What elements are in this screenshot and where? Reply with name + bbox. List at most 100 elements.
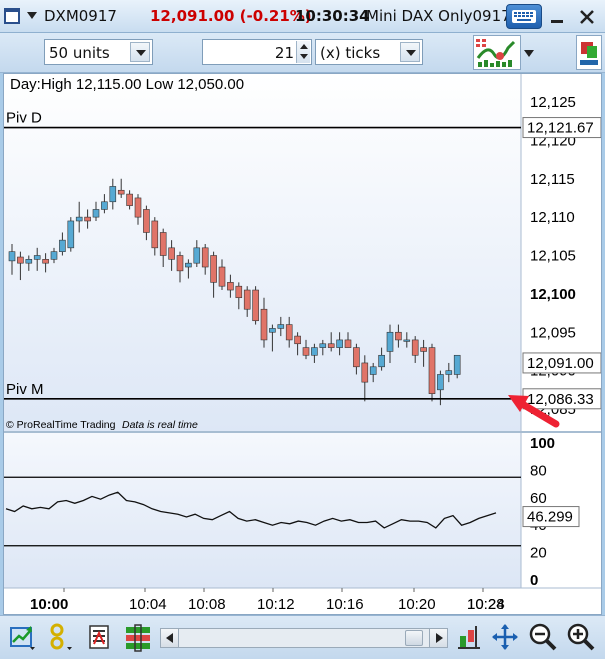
day-info-label: Day:High 12,115.00 Low 12,050.00 xyxy=(10,76,244,93)
candle xyxy=(252,286,259,325)
minimize-button[interactable] xyxy=(548,8,566,26)
indicators-button[interactable] xyxy=(86,622,116,652)
ticks-unit-select[interactable]: (x) ticks xyxy=(315,39,423,65)
chart-type-icon xyxy=(10,626,35,650)
strategy-icon xyxy=(476,38,516,67)
indicator-tick-label: 20 xyxy=(530,545,547,562)
candle-body-down xyxy=(344,339,352,348)
price-chart[interactable]: 12,12512,12012,11512,11012,10512,10012,0… xyxy=(4,74,602,614)
candle-body-up xyxy=(101,201,108,210)
candle-body-up xyxy=(92,209,100,218)
candle-body-down xyxy=(218,266,226,287)
candle-body-down xyxy=(395,331,402,341)
price-tick-label: 12,125 xyxy=(530,94,576,111)
spin-down-icon[interactable] xyxy=(300,54,308,59)
horizontal-scrollbar[interactable] xyxy=(160,628,448,648)
zoom-out-button[interactable] xyxy=(528,622,558,652)
zoom-in-icon xyxy=(567,623,595,651)
price-tick-label: 12,115 xyxy=(530,171,575,188)
scroll-left-icon xyxy=(166,633,173,643)
candle-body-up xyxy=(336,339,343,348)
price-tick-label: 12,100 xyxy=(530,286,576,303)
autoscale-button[interactable] xyxy=(454,622,484,652)
candle-body-up xyxy=(378,354,385,368)
candle-body-up xyxy=(67,220,75,249)
candle-body-up xyxy=(8,251,16,262)
drawing-tools-button[interactable] xyxy=(47,622,77,652)
pivot-d-label: Piv D xyxy=(6,110,42,127)
candle-body-up xyxy=(445,370,453,375)
drawing-tools-icon xyxy=(50,623,72,650)
candle-body-up xyxy=(25,259,33,264)
candle-body-down xyxy=(420,347,427,352)
candle-body-down xyxy=(17,256,24,264)
ticks-unit-chevron-down-icon[interactable] xyxy=(400,42,420,62)
scroll-left-button[interactable] xyxy=(161,629,179,647)
time-tick-label: 10:12 xyxy=(257,596,295,613)
chart-area[interactable]: 12,125 12,120 12,115 12,110 12,105 12,100 12,0… xyxy=(3,73,602,615)
indicator-tick-label: 0 xyxy=(530,572,538,589)
pivot-d-price-tag: 12,121.67 xyxy=(522,117,602,139)
candle-body-up xyxy=(75,216,83,222)
candle-body-up xyxy=(109,186,117,203)
ticks-unit-value: (x) ticks xyxy=(320,44,381,62)
dropdown-arrow-icon[interactable] xyxy=(27,12,37,19)
candle-body-up xyxy=(193,247,201,264)
candle-body-up xyxy=(33,255,41,260)
candle-body-down xyxy=(151,220,159,249)
candle-body-down xyxy=(159,232,167,256)
candle-body-down xyxy=(302,347,310,356)
ticks-input[interactable]: 21 xyxy=(202,39,312,65)
scroll-thumb[interactable] xyxy=(405,630,423,646)
candle-body-up xyxy=(403,339,411,342)
candle-body-down xyxy=(235,285,243,299)
chart-type-button[interactable] xyxy=(8,622,38,652)
candle-body-down xyxy=(411,339,419,356)
price-change-label: 12,091.00 (-0.21%) xyxy=(150,7,312,25)
scroll-right-button[interactable] xyxy=(429,629,447,647)
time-tick-label: 10:28 xyxy=(467,596,505,613)
pivot-d-price: 12,121.67 xyxy=(527,120,594,137)
candle-body-up xyxy=(269,328,276,333)
candle-body-up xyxy=(369,366,377,375)
zoom-fit-button[interactable] xyxy=(490,622,520,652)
spin-up-icon[interactable] xyxy=(300,44,308,49)
time-axis[interactable]: 10:00 10:04 10:08 10:12 10:16 10:20 10:2410:28 xyxy=(30,588,505,613)
keyboard-icon xyxy=(512,10,536,23)
candle-body-down xyxy=(134,197,142,218)
candle-body-up xyxy=(453,354,461,375)
candle-body-down xyxy=(353,347,360,368)
strategy-button[interactable] xyxy=(473,35,521,70)
bottom-toolbar xyxy=(0,615,605,659)
pivot-m-label: Piv M xyxy=(6,381,44,398)
zoom-in-button[interactable] xyxy=(566,622,596,652)
zoom-fit-icon xyxy=(492,624,518,650)
symbol-label[interactable]: DXM0917 xyxy=(44,7,117,25)
candle-body-down xyxy=(143,209,150,233)
close-icon xyxy=(580,10,594,24)
candle-body-down xyxy=(285,324,293,341)
keyboard-button[interactable] xyxy=(506,4,542,29)
close-button[interactable] xyxy=(578,8,596,26)
units-select[interactable]: 50 units xyxy=(44,39,153,65)
time-tick-label: 10:00 xyxy=(30,596,68,613)
title-bar: DXM0917 12,091.00 (-0.21%) 10:30:34 Mini… xyxy=(0,0,605,33)
candle-body-down xyxy=(84,216,91,222)
maximize-icon[interactable] xyxy=(4,8,20,24)
autoscale-icon xyxy=(458,626,480,649)
candle-body-down xyxy=(201,247,209,268)
realtime-label: Data is real time xyxy=(122,419,198,431)
pivot-m-price-tag: 12,086.33 xyxy=(522,388,602,410)
candle xyxy=(428,343,436,402)
price-tick-label: 12,095 xyxy=(530,324,576,341)
instrument-label: Mini DAX Only0917 xyxy=(366,7,511,25)
objects-button[interactable] xyxy=(123,622,153,652)
candle xyxy=(67,217,75,252)
candle-body-up xyxy=(319,343,327,348)
ticks-spinner[interactable] xyxy=(296,41,310,63)
strategy-dropdown-icon[interactable] xyxy=(524,50,534,57)
indicator-panel[interactable] xyxy=(4,433,521,588)
pin-button[interactable] xyxy=(576,35,602,70)
current-price: 12,091.00 xyxy=(527,355,594,372)
units-chevron-down-icon[interactable] xyxy=(130,42,150,62)
